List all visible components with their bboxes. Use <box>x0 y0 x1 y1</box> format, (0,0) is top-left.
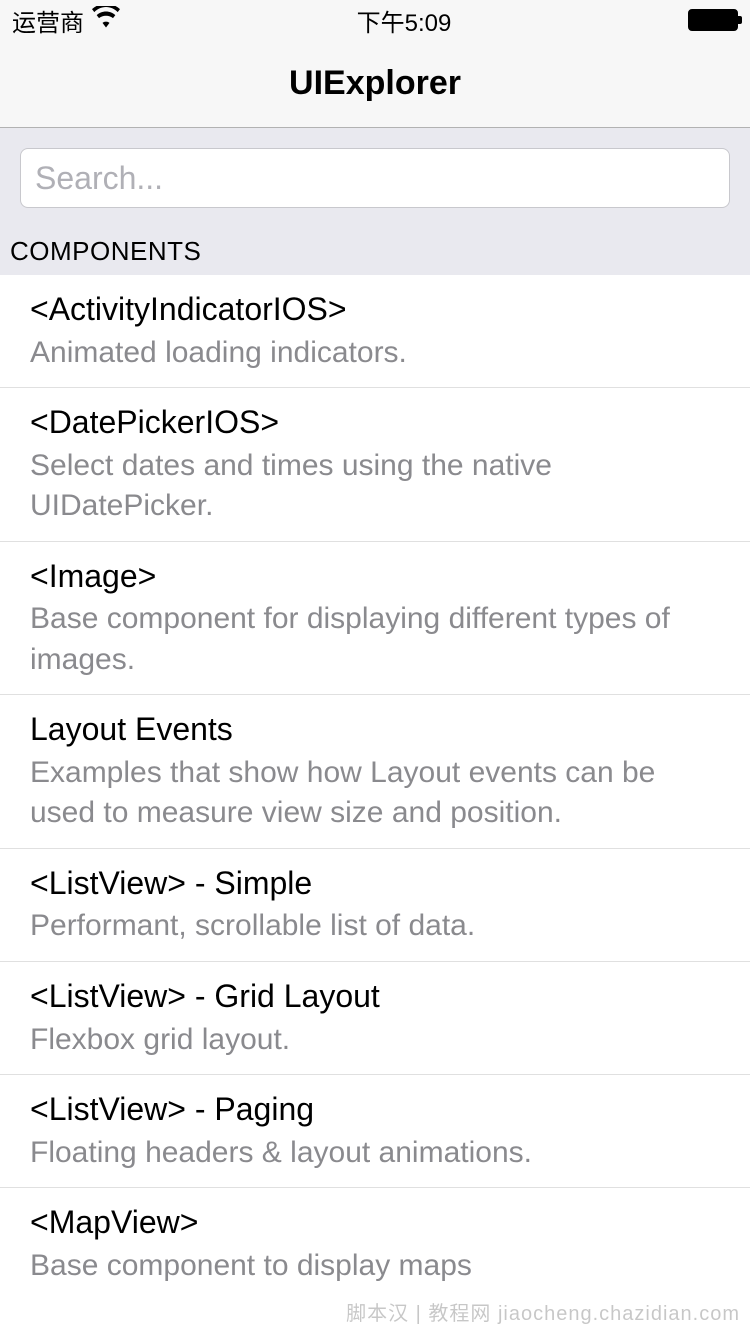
list-item-title: <ListView> - Simple <box>30 863 720 905</box>
list-item[interactable]: <MapView> Base component to display maps <box>0 1188 750 1300</box>
list-item-title: <Image> <box>30 556 720 598</box>
list-item-desc: Base component for displaying different … <box>30 599 720 680</box>
section-header-components: COMPONENTS <box>0 228 750 275</box>
list-item-desc: Performant, scrollable list of data. <box>30 906 720 947</box>
list-item-title: <DatePickerIOS> <box>30 402 720 444</box>
list-item-desc: Examples that show how Layout events can… <box>30 753 720 834</box>
list-item[interactable]: <ListView> - Grid Layout Flexbox grid la… <box>0 962 750 1075</box>
navigation-bar: UIExplorer <box>0 40 750 128</box>
page-title: UIExplorer <box>289 64 461 103</box>
battery-icon <box>688 9 738 31</box>
status-left: 运营商 <box>12 3 120 38</box>
list-item[interactable]: <DatePickerIOS> Select dates and times u… <box>0 388 750 542</box>
list-item-desc: Animated loading indicators. <box>30 333 720 374</box>
list-item-desc: Flexbox grid layout. <box>30 1020 720 1061</box>
list-item[interactable]: <Image> Base component for displaying di… <box>0 542 750 696</box>
list-item-title: <MapView> <box>30 1202 720 1244</box>
status-time: 下午5:09 <box>357 3 452 38</box>
wifi-icon <box>92 6 120 35</box>
status-bar: 运营商 下午5:09 <box>0 0 750 40</box>
list-item-title: <ListView> - Grid Layout <box>30 976 720 1018</box>
list-item-title: <ActivityIndicatorIOS> <box>30 289 720 331</box>
status-right <box>688 9 738 31</box>
watermark-text: 脚本汉 | 教程网 jiaocheng.chazidian.com <box>346 1297 740 1326</box>
list-item-desc: Select dates and times using the native … <box>30 446 720 527</box>
search-container <box>0 128 750 228</box>
list-item[interactable]: <ActivityIndicatorIOS> Animated loading … <box>0 275 750 388</box>
carrier-label: 运营商 <box>12 3 84 38</box>
list-item-title: Layout Events <box>30 709 720 751</box>
list-item-desc: Base component to display maps <box>30 1246 720 1287</box>
list-item-title: <ListView> - Paging <box>30 1089 720 1131</box>
list-item[interactable]: Layout Events Examples that show how Lay… <box>0 695 750 849</box>
search-input[interactable] <box>20 148 730 208</box>
list-item[interactable]: <ListView> - Simple Performant, scrollab… <box>0 849 750 962</box>
list-item[interactable]: <ListView> - Paging Floating headers & l… <box>0 1075 750 1188</box>
components-list: <ActivityIndicatorIOS> Animated loading … <box>0 275 750 1300</box>
list-item-desc: Floating headers & layout animations. <box>30 1133 720 1174</box>
